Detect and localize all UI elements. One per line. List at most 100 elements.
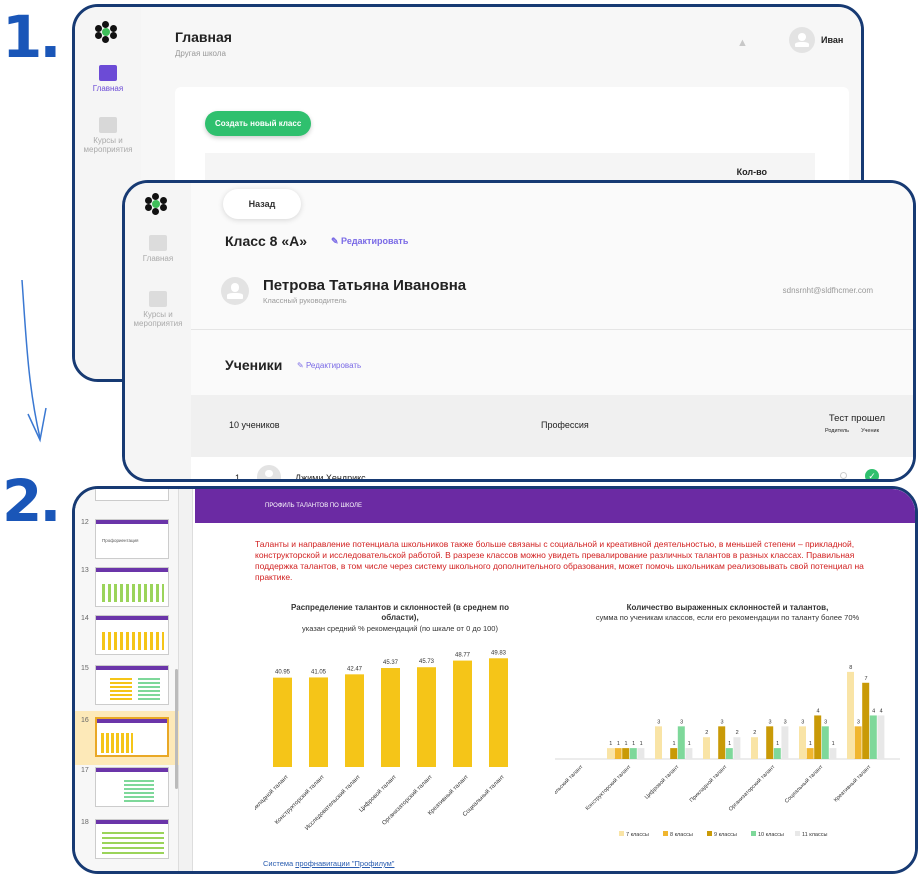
data-label: 40.95	[275, 670, 291, 676]
column-header-student: Ученик	[861, 428, 879, 434]
bar	[766, 726, 774, 759]
bar	[847, 671, 854, 759]
data-label: 49.83	[491, 650, 507, 656]
data-label: 1	[617, 741, 620, 747]
slide-thumbnail-17[interactable]	[95, 767, 169, 807]
sidebar: Главная Курсы и мероприятия	[125, 183, 191, 479]
bar	[637, 748, 645, 759]
step-number-1: 1.	[2, 3, 61, 71]
legend-label: 9 классы	[714, 832, 737, 838]
data-label: 45.73	[419, 659, 435, 665]
sidebar-item-courses[interactable]: Курсы и мероприятия	[75, 117, 141, 155]
slide-number: 17	[81, 767, 89, 774]
edit-class-link[interactable]: ✎ Редактировать	[331, 236, 408, 247]
slide-thumbnail-13[interactable]	[95, 567, 169, 607]
step-number-2: 2.	[2, 467, 61, 535]
bar	[854, 726, 862, 759]
slide-thumbnail-12[interactable]: Профориентация	[95, 519, 169, 559]
slide-thumbnail-15[interactable]	[95, 665, 169, 705]
bar	[718, 726, 726, 759]
bar	[751, 737, 758, 759]
bar	[829, 748, 837, 759]
data-label: 2	[736, 730, 739, 736]
category-label: Прикладной талант	[688, 763, 729, 804]
slide-number: 15	[81, 665, 89, 672]
slide-thumbnail-16[interactable]	[95, 717, 169, 757]
legend-label: 8 классы	[670, 832, 693, 838]
category-label: Цифровой талант	[643, 763, 681, 801]
thumbnail-scrollbar[interactable]	[175, 669, 178, 789]
data-label: 2	[705, 730, 708, 736]
bell-icon[interactable]: ▲	[737, 37, 748, 49]
sidebar-item-home[interactable]: Главная	[125, 235, 191, 264]
bar	[622, 748, 630, 759]
sidebar-item-label: Курсы и мероприятия	[133, 310, 183, 328]
data-label: 1	[672, 741, 675, 747]
sidebar-item-label: Курсы и мероприятия	[83, 136, 133, 154]
column-header-profession: Профессия	[541, 420, 589, 430]
bar	[725, 748, 733, 759]
bar	[869, 715, 877, 759]
teacher-avatar	[221, 277, 249, 305]
data-label: 48.77	[455, 653, 471, 659]
row-number: 1	[235, 473, 241, 482]
parent-status-icon	[840, 472, 847, 479]
app-logo[interactable]	[95, 21, 117, 43]
bar	[614, 748, 622, 759]
data-label: 1	[609, 741, 612, 747]
bar	[821, 726, 829, 759]
slide-number: 16	[81, 717, 89, 724]
chart2-title-block: Количество выраженных склонностей и тала…	[580, 603, 875, 623]
legend-swatch	[795, 831, 800, 836]
data-label: 1	[832, 741, 835, 747]
data-label: 1	[640, 741, 643, 747]
bar	[773, 748, 781, 759]
user-name[interactable]: Иван	[821, 35, 843, 45]
data-label: 41.05	[311, 669, 327, 675]
sidebar-item-label: Главная	[92, 84, 124, 93]
bar	[862, 682, 870, 759]
teacher-role: Классный руководитель	[263, 296, 347, 305]
footer-link[interactable]: профнавигации "Профилум"	[295, 859, 394, 868]
data-label: 3	[801, 719, 804, 725]
teacher-email[interactable]: sdnsrnht@sldfhcmer.com	[783, 286, 873, 295]
down-arrow-icon	[21, 279, 47, 443]
table-row[interactable]: 1 Джими Хендрикс ✓	[191, 457, 913, 482]
bar	[417, 667, 436, 767]
data-label: 3	[720, 719, 723, 725]
data-label: 8	[849, 665, 852, 671]
thumb-text: Профориентация	[102, 538, 139, 543]
data-label: 45.37	[383, 660, 399, 666]
chart2-title: Количество выраженных склонностей и тала…	[626, 603, 829, 612]
create-class-button[interactable]: Создать новый класс	[205, 111, 312, 136]
sidebar-item-home[interactable]: Главная	[75, 65, 141, 94]
slide-thumbnail-18[interactable]	[95, 819, 169, 859]
data-label: 1	[632, 741, 635, 747]
data-label: 3	[784, 719, 787, 725]
app-logo[interactable]	[145, 193, 167, 215]
school-icon	[149, 235, 167, 251]
bar	[273, 677, 292, 767]
slide-thumbnails-panel: 12 Профориентация 13 14 15 16 17 18	[75, 489, 179, 871]
data-label: 4	[872, 708, 875, 714]
column-header-count: Кол-во	[736, 167, 767, 177]
edit-students-link[interactable]: ✎ Редактировать	[297, 361, 361, 370]
bar	[685, 748, 693, 759]
data-label: 4	[880, 708, 883, 714]
bar	[670, 748, 678, 759]
legend-label: 11 классы	[802, 832, 827, 838]
back-button[interactable]: Назад	[223, 189, 301, 219]
category-label: Организаторский талант	[727, 763, 777, 813]
legend-label: 10 классы	[758, 832, 784, 838]
avatar[interactable]	[789, 27, 815, 53]
main-area: Назад Класс 8 «А» ✎ Редактировать Петров…	[191, 183, 913, 479]
vertical-ruler	[179, 489, 193, 871]
sidebar-item-courses[interactable]: Курсы и мероприятия	[125, 291, 191, 329]
screenshot-presentation: 12 Профориентация 13 14 15 16 17 18 ПРОФ…	[72, 486, 918, 874]
data-label: 7	[864, 676, 867, 682]
slide-thumbnail-11[interactable]	[95, 489, 169, 501]
students-table-header: 10 учеников Профессия Тест прошел Родите…	[191, 395, 913, 457]
category-label: Исследовательский талант	[304, 773, 363, 832]
footer-prefix: Система	[263, 859, 296, 868]
slide-thumbnail-14[interactable]	[95, 615, 169, 655]
